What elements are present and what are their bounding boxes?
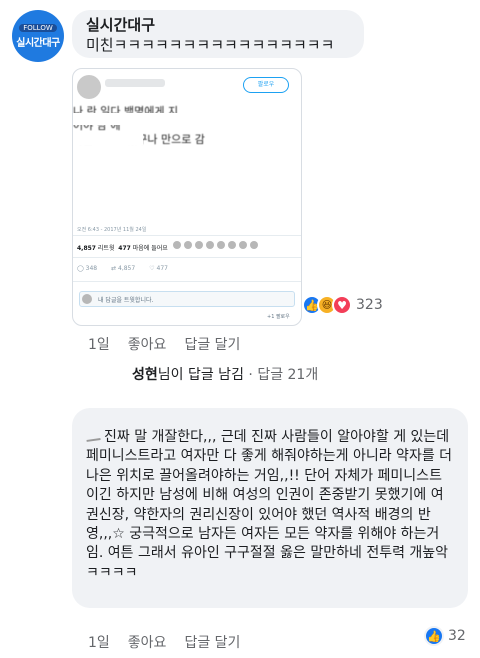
- liker-avatar: [206, 241, 214, 249]
- liker-avatar: [239, 241, 247, 249]
- tweet-retweet-label: 리트윗: [97, 245, 115, 252]
- liker-avatar: [195, 241, 203, 249]
- avatar-badge-main: 실시간대구: [16, 37, 60, 49]
- liker-avatar: [228, 241, 236, 249]
- tweet-follow-small: +1 팔로우: [267, 314, 290, 320]
- tweet-reply-avatar: [82, 294, 92, 304]
- reply-count: 답글 21개: [257, 367, 319, 383]
- like-button-2[interactable]: 좋아요: [128, 632, 167, 652]
- tweet-timestamp: 오전 6:43 - 2017년 11월 24일: [77, 227, 147, 233]
- comment-text: 미친ㅋㅋㅋㅋㅋㅋㅋㅋㅋㅋㅋㅋㅋㅋㅋㅋ: [86, 36, 335, 54]
- comment-actions: 1일 좋아요 답글 달기: [88, 334, 240, 354]
- tweet-reply-icon: ◯ 348: [77, 265, 98, 272]
- tweet-follow-button: 팔로우: [243, 77, 289, 93]
- author-redaction: [85, 430, 101, 442]
- tweet-divider: [73, 235, 301, 236]
- comment-bubble-2: 진짜 말 개잘한다,,, 근데 진짜 사람들이 알아야할 게 있는데 페미니스트…: [72, 408, 468, 608]
- reaction-count-2: 32: [448, 628, 466, 644]
- like-icon: 👍: [424, 626, 444, 646]
- comment-author[interactable]: 실시간대구: [86, 16, 350, 35]
- tweet-retweet-icon: ⇄ 4,857: [111, 265, 136, 272]
- tweet-like-count-small: 477: [156, 265, 168, 272]
- tweet-retweet-count: 4,857: [77, 245, 96, 252]
- comment-time[interactable]: 1일: [88, 334, 110, 354]
- comment-bubble: 실시간대구 미친ㅋㅋㅋㅋㅋㅋㅋㅋㅋㅋㅋㅋㅋㅋㅋㅋ: [72, 10, 364, 58]
- love-icon: ♥: [332, 295, 352, 315]
- liker-avatar: [217, 241, 225, 249]
- comment-reactions-2[interactable]: 👍 32: [424, 626, 466, 646]
- replies-summary-link[interactable]: 성현님이 답글 남김 · 답글 21개: [122, 364, 318, 384]
- comment-reactions[interactable]: 👍 😆 ♥ 323: [302, 294, 383, 316]
- tweet-divider: [73, 281, 301, 282]
- tweet-username-redacted: [105, 79, 165, 87]
- tweet-stats: 4,857 리트윗 477 마음에 들어요: [77, 243, 168, 252]
- reply-author-name: 성현: [132, 367, 158, 383]
- separator-dot: ·: [243, 367, 258, 383]
- page-avatar[interactable]: FOLLOW 실시간대구: [12, 10, 64, 62]
- attached-tweet-image[interactable]: 팔로우 나 란 일다 백명에게 지 어야 남 에 나를 훈련시켰구나 만으로 감…: [72, 68, 302, 326]
- tweet-liker-avatars: [173, 241, 258, 249]
- avatar-badge-top: FOLLOW: [19, 23, 57, 32]
- tweet-like-count: 477: [118, 245, 131, 252]
- tweet-like-label: 마음에 들어요: [132, 245, 168, 252]
- liker-avatar: [250, 241, 258, 249]
- reply-button-2[interactable]: 답글 달기: [184, 632, 240, 652]
- comment-body-2: 진짜 말 개잘한다,,, 근데 진짜 사람들이 알아야할 게 있는데 페미니스트…: [86, 429, 453, 581]
- name-redaction: [122, 365, 132, 379]
- tweet-reply-box: 내 답글을 트윗합니다.: [79, 291, 295, 307]
- tweet-heart-icon: ♡ 477: [149, 265, 168, 272]
- tweet-redaction: [73, 113, 193, 125]
- tweet-retweet-count-small: 4,857: [118, 265, 136, 272]
- reply-button[interactable]: 답글 달기: [184, 334, 240, 354]
- reply-suffix: 님이 답글 남김: [157, 367, 244, 383]
- tweet-divider: [73, 257, 301, 258]
- tweet-avatar: [77, 75, 101, 99]
- comment-text-2: 진짜 말 개잘한다,,, 근데 진짜 사람들이 알아야할 게 있는데 페미니스트…: [85, 428, 454, 583]
- comment-time-2[interactable]: 1일: [88, 632, 110, 652]
- tweet-actions: ◯ 348 ⇄ 4,857 ♡ 477: [77, 265, 168, 272]
- liker-avatar: [173, 241, 181, 249]
- comment-actions-2: 1일 좋아요 답글 달기: [88, 632, 240, 652]
- liker-avatar: [184, 241, 192, 249]
- tweet-reply-placeholder: 내 답글을 트윗합니다.: [98, 297, 154, 304]
- tweet-reply-count: 348: [85, 265, 98, 272]
- tweet-redaction: [73, 131, 143, 145]
- like-button[interactable]: 좋아요: [128, 334, 167, 354]
- reaction-count: 323: [356, 297, 383, 313]
